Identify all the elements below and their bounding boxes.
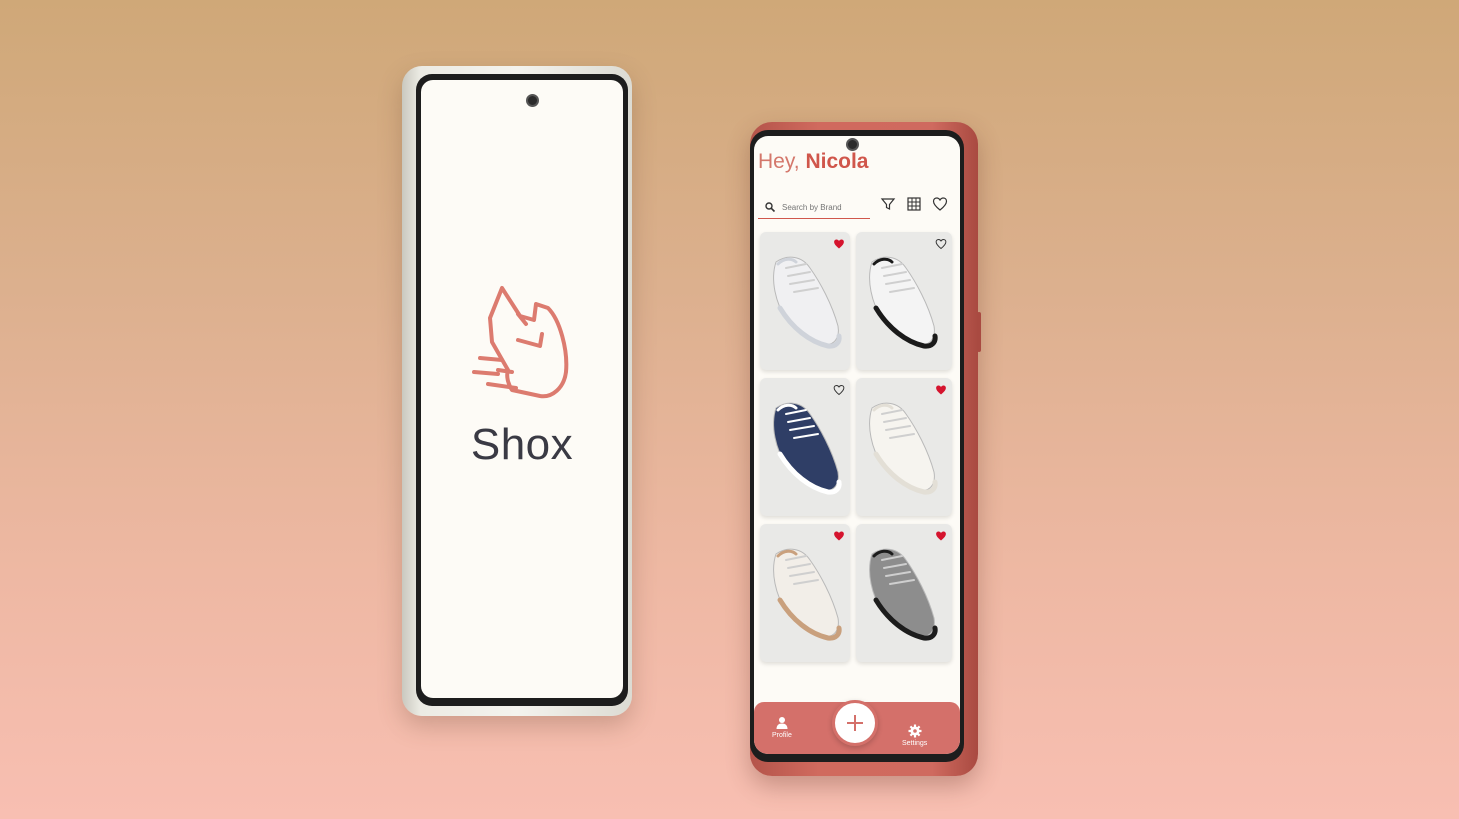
heart-outline-icon[interactable]: [935, 238, 947, 250]
app-name: Shox: [470, 420, 574, 469]
shoe-image: [773, 548, 842, 641]
shoe-image: [869, 402, 938, 495]
search-icon: [765, 202, 776, 213]
splash-phone: Shox: [402, 66, 632, 716]
heart-filled-icon[interactable]: [833, 530, 845, 542]
product-card[interactable]: [760, 378, 850, 516]
gear-icon: [908, 724, 922, 738]
shoe-image: [773, 256, 842, 349]
plus-icon: [847, 715, 863, 731]
search-input[interactable]: [780, 201, 870, 213]
product-card[interactable]: [856, 524, 952, 662]
filter-icon[interactable]: [880, 196, 896, 212]
splash-logo: Shox: [421, 280, 623, 470]
shoe-image: [773, 402, 842, 495]
nav-settings-label: Settings: [902, 740, 928, 747]
home-display: Hey, Nicola Search by Brand Profile Sett…: [754, 136, 960, 754]
favorites-heart-icon[interactable]: [932, 196, 948, 212]
greeting-prefix: Hey,: [758, 150, 806, 173]
product-card[interactable]: [856, 232, 952, 370]
product-grid: [760, 232, 952, 662]
shoe-image: [869, 256, 938, 349]
greeting-title: Hey, Nicola: [758, 150, 869, 174]
heart-filled-icon[interactable]: [935, 530, 947, 542]
power-button: [977, 312, 981, 352]
running-shoe-icon: [472, 286, 569, 399]
splash-display: Shox: [421, 80, 623, 698]
shoe-image: [869, 548, 938, 641]
grid-view-icon[interactable]: [906, 196, 922, 212]
bottom-navigation: Profile Settings: [754, 700, 960, 754]
user-name: Nicola: [805, 150, 869, 173]
product-card[interactable]: [760, 524, 850, 662]
add-button[interactable]: [832, 700, 878, 746]
heart-filled-icon[interactable]: [833, 238, 845, 250]
nav-settings[interactable]: Settings: [902, 724, 927, 747]
front-camera: [526, 94, 539, 107]
product-card[interactable]: [760, 232, 850, 370]
home-phone: Hey, Nicola Search by Brand Profile Sett…: [750, 122, 981, 776]
nav-profile[interactable]: Profile: [772, 716, 792, 739]
nav-profile-label: Profile: [772, 732, 792, 739]
product-card[interactable]: [856, 378, 952, 516]
heart-filled-icon[interactable]: [935, 384, 947, 396]
splash-screen-bezel: Shox: [416, 74, 628, 706]
heart-outline-icon[interactable]: [833, 384, 845, 396]
profile-icon: [776, 717, 788, 729]
search-bar[interactable]: [758, 196, 870, 219]
home-screen-bezel: Hey, Nicola Search by Brand Profile Sett…: [750, 130, 964, 762]
